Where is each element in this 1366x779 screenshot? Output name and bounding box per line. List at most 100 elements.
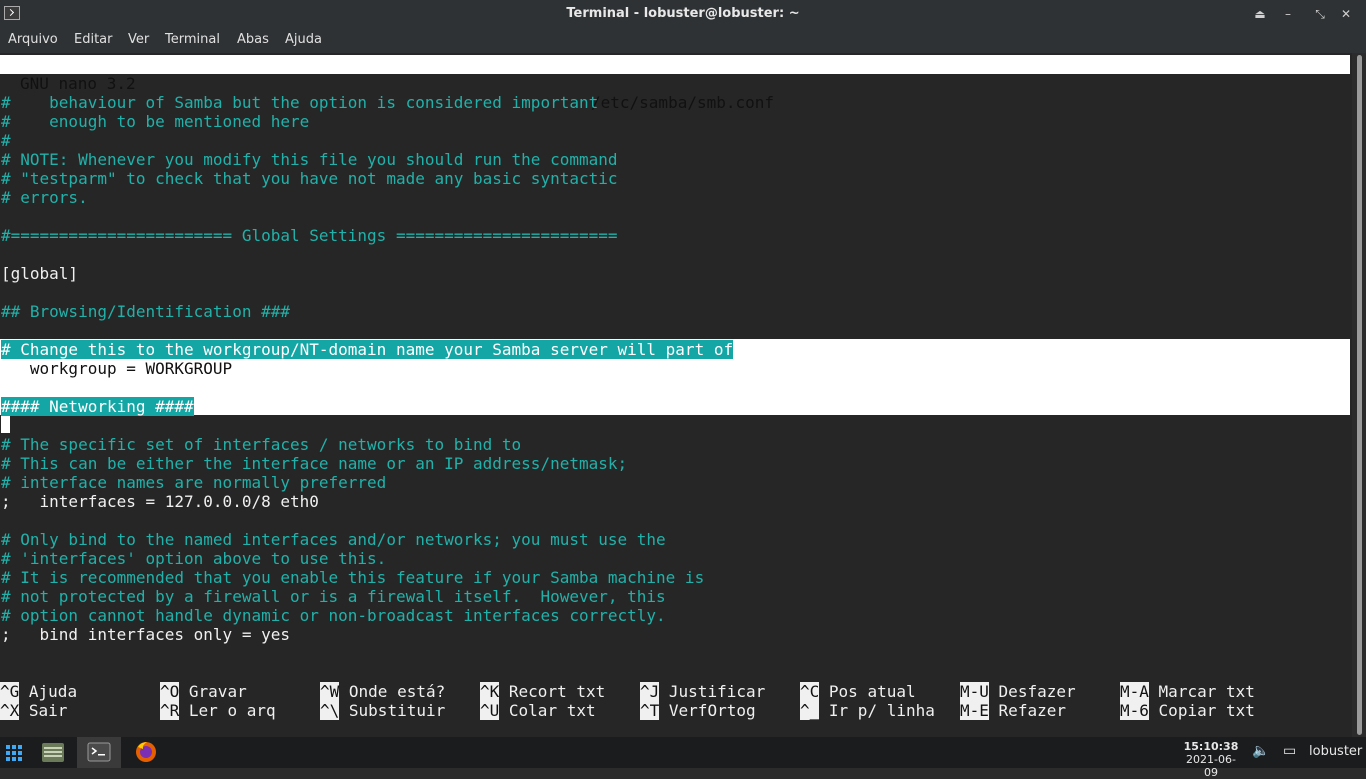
shortcut-label: Substituir	[348, 701, 446, 720]
clock[interactable]: 15:10:38 2021-06-09	[1180, 740, 1242, 779]
selected-text: # Change this to the workgroup/NT-domain…	[1, 340, 734, 359]
shortcut-key: ^G	[0, 682, 20, 701]
shortcut-label: Sair	[28, 701, 68, 720]
shortcut-key: ^U	[480, 701, 500, 720]
shortcut-label: VerfOrtog	[668, 701, 756, 720]
scrollbar-thumb[interactable]	[1357, 55, 1362, 735]
shortcut-label: Recort txt	[508, 682, 606, 701]
nano-header: GNU nano 3.2 /etc/samba/smb.conf	[0, 55, 1350, 112]
editor-line: # enough to be mentioned here	[1, 112, 310, 131]
shortcut-label: Pos atual	[828, 682, 916, 701]
up-icon[interactable]: ⏏	[1251, 5, 1269, 23]
shortcut-save[interactable]: ^O Gravar	[160, 682, 247, 701]
shortcut-key: M-U	[960, 682, 989, 701]
menu-ajuda[interactable]: Ajuda	[285, 32, 322, 47]
shortcut-label: Onde está?	[348, 682, 446, 701]
editor-line: #	[1, 131, 11, 150]
minimize-button[interactable]: –	[1279, 5, 1297, 23]
shortcut-label: Ir p/ linha	[828, 701, 935, 720]
shortcut-key: M-E	[960, 701, 989, 720]
nano-filename: /etc/samba/smb.conf	[591, 93, 775, 112]
shortcut-copy[interactable]: M-6 Copiar txt	[1120, 701, 1255, 720]
text-cursor	[1, 416, 10, 433]
restore-button[interactable]: ⤡	[1311, 5, 1329, 23]
shortcut-cur-pos[interactable]: ^C Pos atual	[800, 682, 916, 701]
shortcut-key: ^_	[800, 701, 820, 720]
firefox-icon[interactable]	[125, 737, 165, 768]
shortcut-paste[interactable]: ^U Colar txt	[480, 701, 596, 720]
selected-text: #### Networking ####	[1, 397, 194, 416]
volume-icon[interactable]: 🔈	[1252, 743, 1269, 759]
shortcut-key: ^R	[160, 701, 180, 720]
window-titlebar[interactable]: Terminal - lobuster@lobuster: ~ ⏏ – ⤡ ✕	[0, 0, 1366, 28]
shortcut-justify[interactable]: ^J Justificar	[640, 682, 765, 701]
close-button[interactable]: ✕	[1337, 5, 1355, 23]
clock-date: 2021-06-09	[1186, 753, 1236, 779]
terminal-icon[interactable]	[77, 737, 121, 768]
editor-line: # interface names are normally preferred	[1, 473, 387, 492]
shortcut-go-to-line[interactable]: ^_ Ir p/ linha	[800, 701, 935, 720]
editor-line: # errors.	[1, 188, 88, 207]
shortcut-help[interactable]: ^G Ajuda	[0, 682, 77, 701]
shortcut-where-is[interactable]: ^W Onde está?	[320, 682, 445, 701]
shortcut-mark[interactable]: M-A Marcar txt	[1120, 682, 1255, 701]
shortcut-spell[interactable]: ^T VerfOrtog	[640, 701, 756, 720]
editor-line: ## Browsing/Identification ###	[1, 302, 290, 321]
nano-version: GNU nano 3.2	[20, 74, 136, 93]
shortcut-label: Gravar	[188, 682, 247, 701]
editor-line: # behaviour of Samba but the option is c…	[1, 93, 599, 112]
shortcut-key: ^W	[320, 682, 340, 701]
editor-line: # not protected by a firewall or is a fi…	[1, 587, 666, 606]
shortcut-key: ^J	[640, 682, 660, 701]
editor-line: # It is recommended that you enable this…	[1, 568, 705, 587]
editor-line-selected: # Change this to the workgroup/NT-domain…	[1, 340, 734, 359]
shortcut-exit[interactable]: ^X Sair	[0, 701, 67, 720]
shortcut-label: Refazer	[998, 701, 1066, 720]
editor-line: ; interfaces = 127.0.0.0/8 eth0	[1, 492, 319, 511]
shortcut-undo[interactable]: M-U Desfazer	[960, 682, 1076, 701]
shortcut-key: ^C	[800, 682, 820, 701]
menu-editar[interactable]: Editar	[74, 32, 113, 47]
editor-line: # This can be either the interface name …	[1, 454, 628, 473]
display-icon[interactable]: ▭	[1283, 743, 1296, 759]
shortcut-label: Justificar	[668, 682, 766, 701]
apps-grid-icon[interactable]	[0, 737, 30, 768]
terminal-area[interactable]: GNU nano 3.2 /etc/samba/smb.conf # behav…	[0, 53, 1352, 737]
vertical-scrollbar[interactable]	[1354, 53, 1366, 737]
user-name[interactable]: lobuster	[1309, 744, 1362, 759]
shortcut-label: Ajuda	[28, 682, 78, 701]
clock-time: 15:10:38	[1183, 740, 1239, 753]
editor-line: ; bind interfaces only = yes	[1, 625, 290, 644]
window-title: Terminal - lobuster@lobuster: ~	[566, 6, 800, 21]
editor-line: # NOTE: Whenever you modify this file yo…	[1, 150, 618, 169]
shortcut-key: ^T	[640, 701, 660, 720]
editor-line-selected: workgroup = WORKGROUP	[1, 359, 233, 378]
editor-line: # The specific set of interfaces / netwo…	[1, 435, 522, 454]
menu-abas[interactable]: Abas	[237, 32, 269, 47]
shortcut-label: Ler o arq	[188, 701, 276, 720]
shortcut-key: M-6	[1120, 701, 1149, 720]
menu-ver[interactable]: Ver	[128, 32, 149, 47]
taskbar: 15:10:38 2021-06-09 🔈 ▭ lobuster	[0, 737, 1366, 779]
editor-line: [global]	[1, 264, 79, 283]
menu-arquivo[interactable]: Arquivo	[8, 32, 58, 47]
file-manager-icon[interactable]	[34, 737, 74, 768]
shortcut-key: ^K	[480, 682, 500, 701]
editor-line: # Only bind to the named interfaces and/…	[1, 530, 666, 549]
menu-terminal[interactable]: Terminal	[165, 32, 220, 47]
editor-line-selected: #### Networking ####	[1, 397, 194, 416]
shortcut-key: M-A	[1120, 682, 1149, 701]
shortcut-label: Marcar txt	[1158, 682, 1255, 701]
shortcut-label: Colar txt	[508, 701, 596, 720]
menu-bar: Arquivo Editar Ver Terminal Abas Ajuda	[0, 28, 1366, 53]
shortcut-key: ^\	[320, 701, 340, 720]
editor-line: # option cannot handle dynamic or non-br…	[1, 606, 666, 625]
shortcut-read-file[interactable]: ^R Ler o arq	[160, 701, 276, 720]
shortcut-cut[interactable]: ^K Recort txt	[480, 682, 605, 701]
editor-line: #======================= Global Settings…	[1, 226, 618, 245]
editor-line: # "testparm" to check that you have not …	[1, 169, 618, 188]
shortcut-key: ^O	[160, 682, 180, 701]
shortcut-redo[interactable]: M-E Refazer	[960, 701, 1066, 720]
shortcut-label: Desfazer	[998, 682, 1076, 701]
shortcut-replace[interactable]: ^\ Substituir	[320, 701, 445, 720]
